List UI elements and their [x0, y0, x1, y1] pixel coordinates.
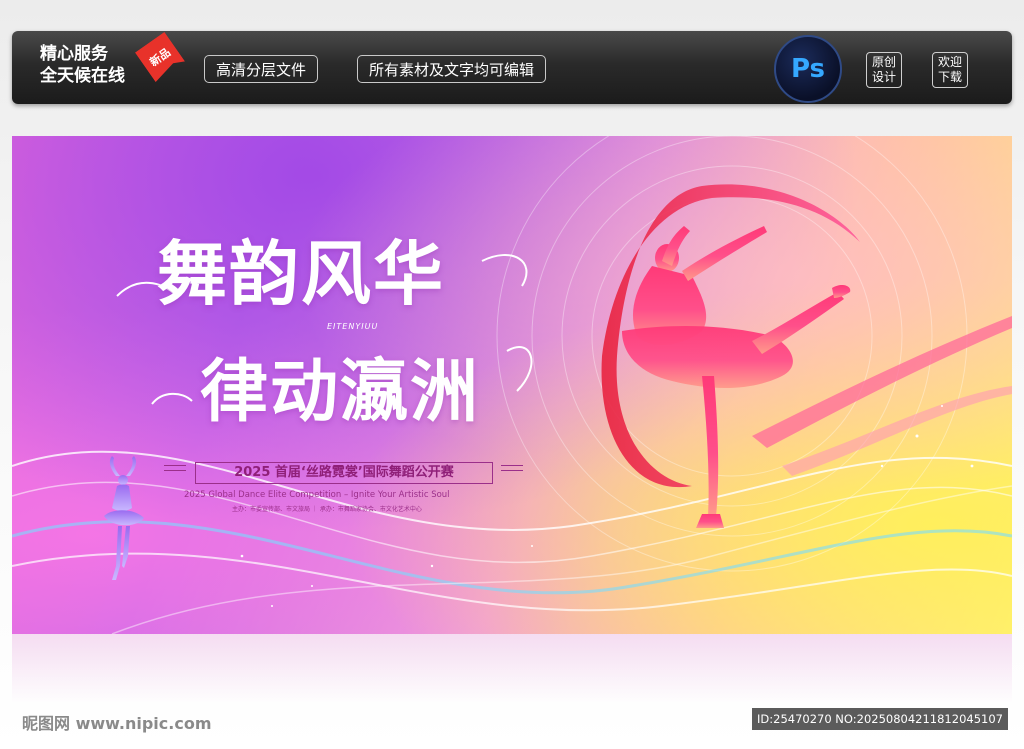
- welcome-line-1: 欢迎: [937, 55, 962, 69]
- title-english-subtext: EITENYIUU: [327, 322, 379, 331]
- original-line-1: 原创: [871, 55, 896, 69]
- light-waves: [12, 450, 1012, 634]
- original-design-tag: 原创 设计: [866, 52, 902, 88]
- organizers-line: 主办：市委宣传部、市文旅局 ｜ 承办：市舞蹈家协会、市文化艺术中心: [232, 506, 422, 513]
- dance-banner: 舞韵风华 EITENYIUU 律动瀛洲 2025 首届‘丝路霓裳’国际舞蹈公开赛…: [12, 136, 1012, 634]
- top-info-bar: 精心服务 全天候在线 新品 高清分层文件 所有素材及文字均可编辑 Ps 原创 设…: [12, 31, 1012, 104]
- service-line-2: 全天候在线: [40, 66, 125, 86]
- image-id-label: ID:25470270 NO:20250804211812045107: [752, 708, 1008, 730]
- title-line-1: 舞韵风华: [157, 232, 445, 315]
- service-slogan: 精心服务 全天候在线: [40, 43, 125, 87]
- hd-layered-file-tag: 高清分层文件: [204, 55, 319, 83]
- editable-materials-tag: 所有素材及文字均可编辑: [357, 55, 547, 83]
- original-line-2: 设计: [871, 70, 896, 84]
- event-english-tagline: 2025 Global Dance Elite Competition – Ig…: [184, 490, 450, 500]
- small-ballerina-silhouette: [104, 456, 144, 580]
- banner-artwork: [12, 136, 1012, 634]
- service-line-1: 精心服务: [40, 44, 108, 64]
- nipic-watermark: 昵图网 www.nipic.com: [22, 714, 212, 733]
- right-double-dash: [501, 465, 523, 471]
- welcome-download-tag: 欢迎 下载: [932, 52, 968, 88]
- title-line-2: 律动瀛洲: [200, 352, 481, 432]
- photoshop-icon: Ps: [774, 35, 842, 103]
- left-double-dash: [164, 465, 186, 471]
- banner-reflection: [12, 634, 1012, 704]
- event-title-box: 2025 首届‘丝路霓裳’国际舞蹈公开赛: [195, 462, 493, 484]
- new-product-badge: 新品: [135, 32, 185, 82]
- welcome-line-2: 下载: [937, 70, 962, 84]
